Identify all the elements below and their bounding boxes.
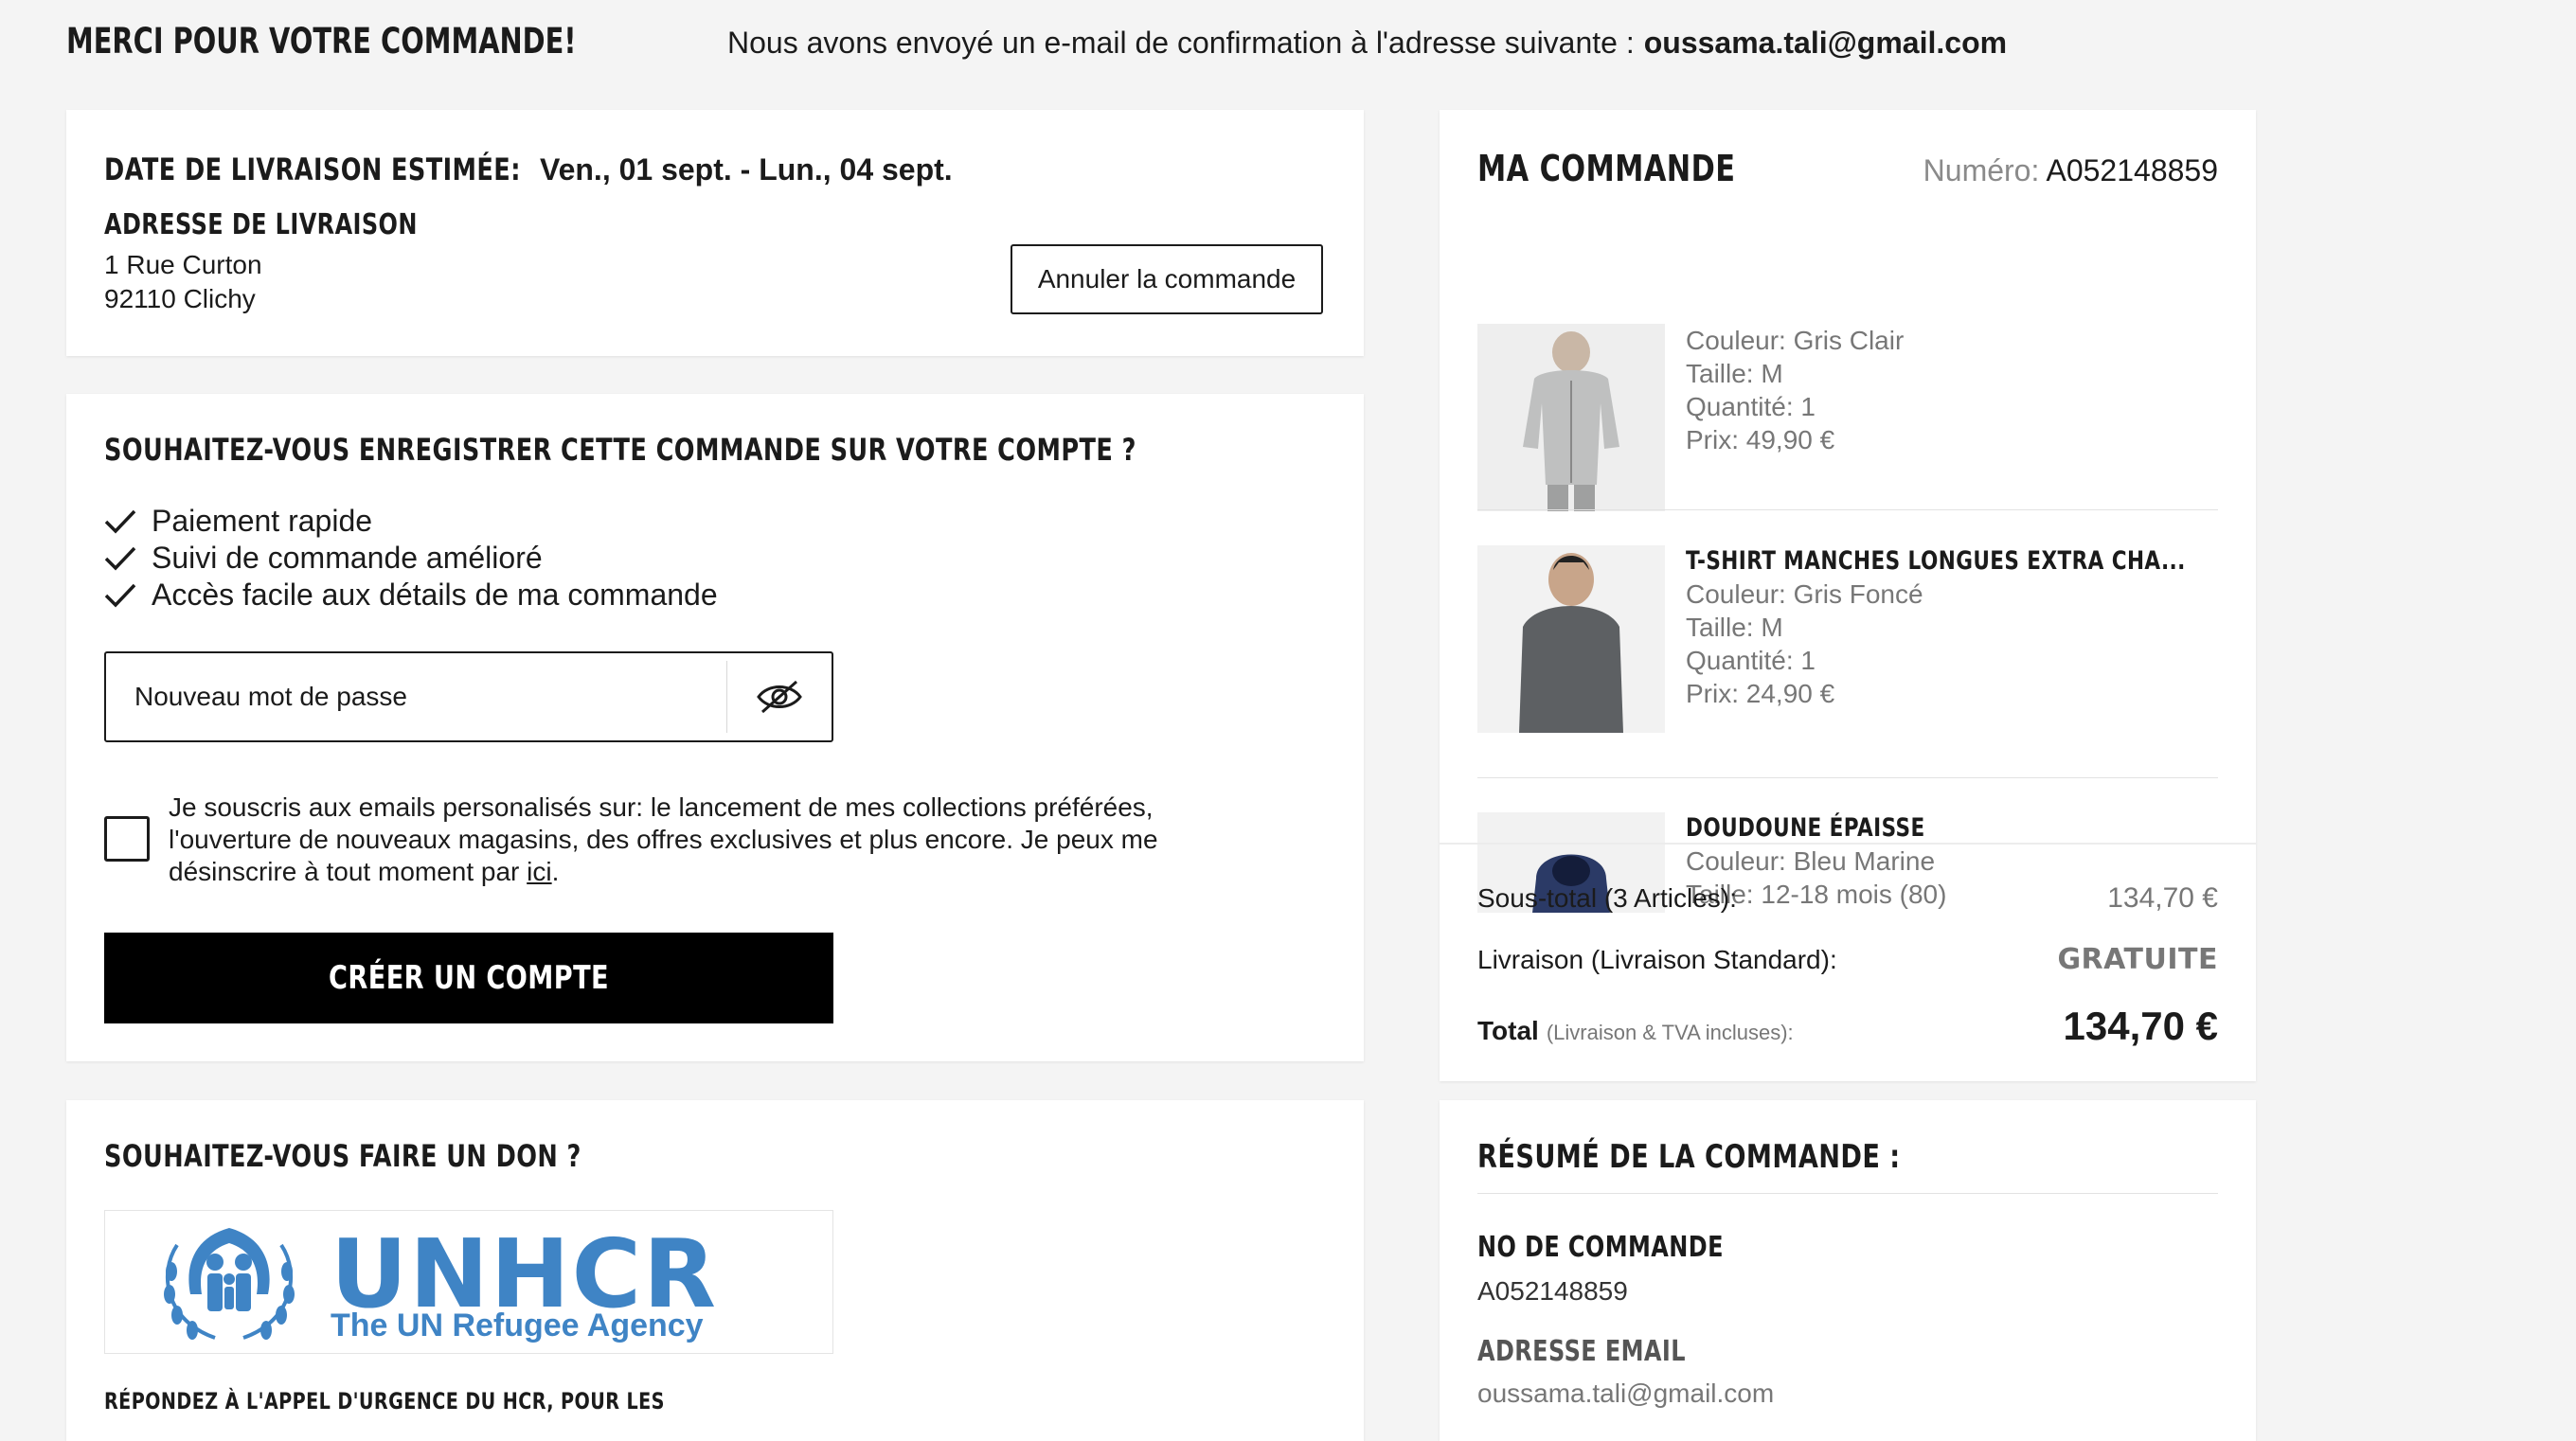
benefit-label: Paiement rapide	[152, 504, 373, 538]
donation-card: SOUHAITEZ-VOUS FAIRE UN DON ? UNHCR The …	[66, 1100, 1364, 1441]
delivery-date-label: DATE DE LIVRAISON ESTIMÉE:	[104, 151, 521, 187]
item-quantity: Quantité: 1	[1686, 392, 1816, 421]
subtotal-value: 134,70 €	[2107, 882, 2218, 914]
total-note: (Livraison & TVA incluses):	[1546, 1021, 1794, 1044]
toggle-password-visibility[interactable]	[726, 661, 832, 733]
benefit-item: Suivi de commande amélioré	[104, 541, 543, 576]
password-input[interactable]	[106, 653, 726, 740]
unhcr-emblem-icon	[164, 1228, 295, 1340]
order-number: Numéro: A052148859	[1923, 153, 2218, 188]
cancel-order-button[interactable]: Annuler la commande	[1011, 244, 1323, 314]
item-details: T-SHIRT MANCHES LONGUES EXTRA CHA... Cou…	[1686, 545, 2218, 710]
item-price: Prix: 24,90 €	[1686, 679, 1835, 708]
order-summary-card: RÉSUMÉ DE LA COMMANDE : NO DE COMMANDE A…	[1440, 1100, 2256, 1441]
eye-slash-icon	[757, 680, 802, 714]
divider	[1477, 777, 2218, 778]
summary-order-number: A052148859	[1477, 1276, 1628, 1306]
product-photo-tshirt	[1477, 545, 1665, 733]
delivery-date-row: DATE DE LIVRAISON ESTIMÉE: Ven., 01 sept…	[104, 151, 953, 187]
address-label: ADRESSE DE LIVRAISON	[104, 208, 418, 241]
unsubscribe-link[interactable]: ici	[527, 857, 551, 886]
divider	[1440, 843, 2256, 845]
save-order-card: SOUHAITEZ-VOUS ENREGISTRER CETTE COMMAND…	[66, 394, 1364, 1061]
item-price: Prix: 49,90 €	[1686, 425, 1835, 454]
item-color: Couleur: Gris Clair	[1686, 326, 1905, 355]
order-card: MA COMMANDE Numéro: A052148859 Couleur: …	[1440, 110, 2256, 1081]
password-field	[104, 651, 833, 742]
consent-text: Je souscris aux emails personalisés sur:…	[169, 792, 1158, 886]
shipping-row: Livraison (Livraison Standard): GRATUITE	[1477, 943, 2218, 976]
donation-question: SOUHAITEZ-VOUS FAIRE UN DON ?	[104, 1138, 581, 1174]
order-items-list[interactable]: Couleur: Gris Clair Taille: M Quantité: …	[1477, 214, 2218, 913]
address-line-2: 92110 Clichy	[104, 284, 256, 313]
total-label: Total	[1477, 1016, 1539, 1045]
summary-title: RÉSUMÉ DE LA COMMANDE :	[1477, 1138, 1901, 1176]
item-details: Couleur: Gris Clair Taille: M Quantité: …	[1686, 324, 1904, 456]
item-quantity: Quantité: 1	[1686, 646, 1816, 675]
product-photo-hoodie	[1477, 324, 1665, 511]
order-title: MA COMMANDE	[1477, 148, 1736, 189]
check-icon	[104, 583, 136, 608]
unhcr-subtitle: The UN Refugee Agency	[331, 1308, 704, 1343]
newsletter-checkbox[interactable]	[104, 816, 150, 862]
item-color: Couleur: Bleu Marine	[1686, 846, 1936, 876]
shipping-label: Livraison (Livraison Standard):	[1477, 945, 1837, 974]
total-value: 134,70 €	[2063, 1004, 2219, 1048]
delivery-card: DATE DE LIVRAISON ESTIMÉE: Ven., 01 sept…	[66, 110, 1364, 356]
product-image[interactable]	[1477, 545, 1665, 733]
subtotal-label: Sous-total (3 Articles):	[1477, 883, 1737, 913]
order-number-label: Numéro:	[1923, 153, 2040, 187]
address-line-1: 1 Rue Curton	[104, 250, 262, 279]
benefit-label: Accès facile aux détails de ma commande	[152, 578, 718, 612]
item-name: DOUDOUNE ÉPAISSE	[1686, 813, 1925, 843]
divider	[1477, 1193, 2218, 1194]
product-image[interactable]	[1477, 324, 1665, 511]
divider	[1477, 509, 2218, 510]
shipping-value: GRATUITE	[2057, 943, 2218, 976]
check-icon	[104, 546, 136, 571]
consent-end: .	[551, 857, 560, 886]
order-number-heading: NO DE COMMANDE	[1477, 1231, 1724, 1264]
item-size: Taille: M	[1686, 359, 1783, 388]
confirmation-text: Nous avons envoyé un e-mail de confirmat…	[727, 26, 1635, 60]
item-color: Couleur: Gris Foncé	[1686, 579, 1923, 609]
check-icon	[104, 509, 136, 534]
order-number-value: A052148859	[2046, 153, 2218, 187]
summary-email: oussama.tali@gmail.com	[1477, 1379, 1775, 1408]
newsletter-consent-text: Je souscris aux emails personalisés sur:…	[169, 792, 1248, 888]
confirmation-email: oussama.tali@gmail.com	[1643, 26, 2008, 60]
benefit-label: Suivi de commande amélioré	[152, 541, 543, 575]
total-row: Total (Livraison & TVA incluses): 134,70 …	[1477, 1004, 2218, 1049]
create-account-button[interactable]: CRÉER UN COMPTE	[104, 933, 833, 1023]
save-order-question: SOUHAITEZ-VOUS ENREGISTRER CETTE COMMAND…	[104, 432, 1136, 468]
page-title: MERCI POUR VOTRE COMMANDE!	[66, 21, 577, 62]
confirmation-header: MERCI POUR VOTRE COMMANDE! Nous avons en…	[66, 21, 2007, 66]
benefit-item: Paiement rapide	[104, 504, 372, 539]
email-heading: ADRESSE EMAIL	[1477, 1335, 1686, 1368]
delivery-date: Ven., 01 sept. - Lun., 04 sept.	[540, 152, 953, 187]
create-account-label: CRÉER UN COMPTE	[328, 959, 610, 997]
item-name: T-SHIRT MANCHES LONGUES EXTRA CHA...	[1686, 546, 2186, 576]
benefit-item: Accès facile aux détails de ma commande	[104, 578, 718, 613]
donation-appeal: RÉPONDEZ À L'APPEL D'URGENCE DU HCR, POU…	[104, 1388, 665, 1414]
subtotal-row: Sous-total (3 Articles): 134,70 €	[1477, 882, 2218, 915]
item-size: Taille: M	[1686, 613, 1783, 642]
unhcr-logo[interactable]: UNHCR The UN Refugee Agency	[104, 1210, 833, 1354]
